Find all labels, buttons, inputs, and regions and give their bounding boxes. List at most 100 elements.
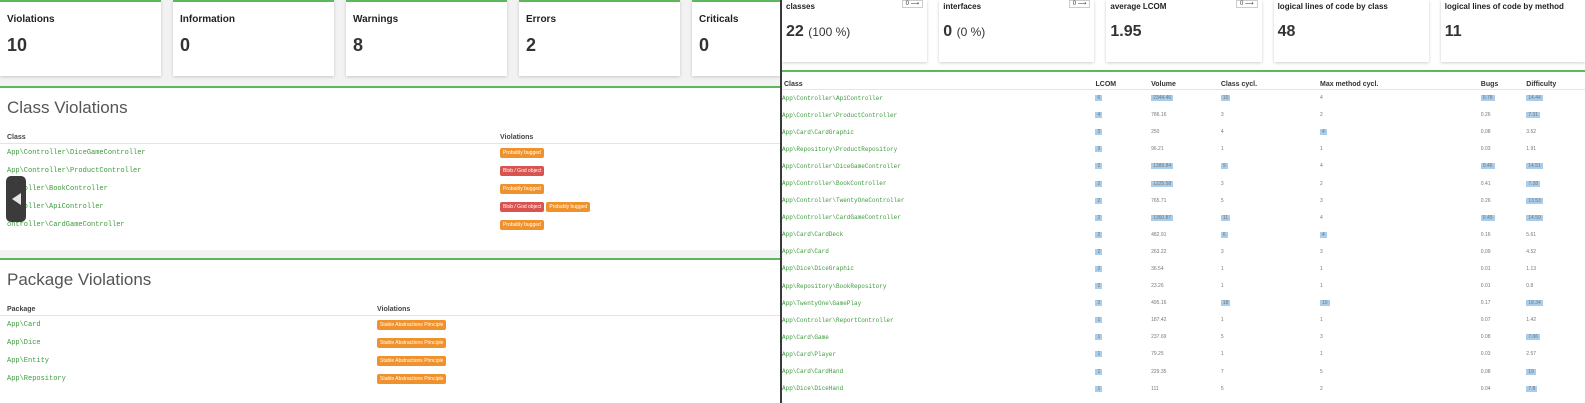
metric-value: 6 [1095, 95, 1103, 102]
violation-badges: Stable Abstractions Principle [370, 370, 780, 388]
violation-name[interactable]: ontroller\CardGameController [0, 216, 493, 234]
card-title: Warnings [353, 14, 399, 25]
back-button[interactable] [6, 176, 26, 222]
class-link[interactable]: App\Card\CardGraphic [782, 124, 1093, 141]
metric-value: 1389.84 [1151, 163, 1174, 170]
metric-cell: 0.78 [1479, 90, 1525, 107]
metric-cell: 482.91 [1151, 231, 1167, 238]
metric-toggle-button[interactable]: 0 ⟶ [1235, 0, 1258, 8]
col-class: Class [0, 132, 493, 144]
metric-cell: 1 [1319, 265, 1323, 272]
col-volume[interactable]: Volume [1149, 72, 1219, 90]
class-link[interactable]: App\Dice\DiceGraphic [782, 260, 1093, 277]
metric-value: 0 (0 %) [943, 23, 986, 40]
metric-cell: 0.08 [1480, 368, 1491, 375]
class-link[interactable]: App\Controller\DiceGameController [782, 158, 1093, 175]
class-link[interactable]: App\Controller\CardGameController [782, 209, 1093, 226]
violation-name[interactable]: App\Dice [0, 334, 370, 352]
metric-cell: 3 [1319, 197, 1323, 204]
metric-value: 1 [1095, 351, 1103, 358]
class-violations-title: Class Violations [7, 98, 128, 117]
class-link[interactable]: App\Controller\ReportController [782, 312, 1093, 329]
metric-cell: 3.52 [1526, 129, 1537, 136]
table-row: App\Controller\DiceGameController Probabl… [0, 144, 780, 162]
class-link[interactable]: App\Controller\BookController [782, 175, 1093, 192]
metric-value: 3 [1095, 146, 1103, 153]
table-row: App\Entity Stable Abstractions Principle [0, 352, 780, 370]
left-pane: Violations 10 Information 0 Warnings 8 Errors 2… [0, 0, 780, 403]
metric-cell: 7 [1220, 368, 1224, 375]
metric-cell: 4 [1318, 226, 1479, 243]
metric-cell: 0.41 [1480, 180, 1491, 187]
col-class-cycl-[interactable]: Class cycl. [1218, 72, 1318, 90]
violation-name[interactable]: ontroller\ApiController [0, 198, 493, 216]
metric-percent: (100 %) [808, 25, 851, 39]
class-link[interactable]: App\Card\Game [782, 329, 1093, 346]
metric-cell: 3 [1220, 248, 1224, 255]
table-row: App\Card\CardGraphic 3 250 4 4 0.08 3.52 [782, 124, 1585, 141]
violation-badge: Stable Abstractions Principle [377, 373, 447, 384]
col-bugs[interactable]: Bugs [1478, 72, 1525, 90]
metric-cell: 2 [1093, 260, 1149, 277]
col-difficulty[interactable]: Difficulty [1524, 72, 1585, 90]
metric-cell: 14.59 [1524, 209, 1585, 226]
metric-cell: 2 [1093, 158, 1149, 175]
metric-value: 14.51 [1526, 163, 1543, 170]
violation-name[interactable]: ontroller\BookController [0, 180, 493, 198]
metric-toggle-button[interactable]: 0 ⟶ [1068, 0, 1091, 8]
metric-card: classes 22 (100 %) 0 ⟶ [782, 0, 928, 62]
metric-cell: 4 [1319, 214, 1323, 221]
class-link[interactable]: App\Dice\DiceHand [782, 380, 1093, 397]
metric-value: 11 [1220, 214, 1231, 221]
class-link[interactable]: App\Card\Player [782, 346, 1093, 363]
metric-value: 18 [1220, 300, 1231, 307]
metric-value: 2 [1095, 231, 1103, 238]
metric-cell: 5 [1220, 385, 1224, 392]
metric-cell: 1 [1220, 283, 1224, 290]
metric-value: 11 [1444, 23, 1462, 40]
metric-toggle-button[interactable]: 0 ⟶ [901, 0, 924, 8]
col-violations: Violations [493, 132, 780, 144]
violation-badges: Probably bugged [493, 180, 780, 198]
violation-name[interactable]: App\Repository [0, 370, 370, 388]
metric-cell: 1 [1093, 329, 1149, 346]
table-row: App\Repository Stable Abstractions Princi… [0, 370, 780, 388]
metric-cell: 3 [1319, 248, 1323, 255]
class-link[interactable]: App\Card\CardHand [782, 363, 1093, 380]
metric-cell: 0.01 [1480, 265, 1491, 272]
card-value: 8 [353, 35, 364, 55]
metric-value: 19 [1526, 368, 1536, 375]
violation-name[interactable]: App\Controller\ProductController [0, 162, 493, 180]
violation-badge: Stable Abstractions Principle [377, 355, 447, 366]
class-link[interactable]: App\Controller\ApiController [782, 90, 1093, 107]
violation-badge: Probably bugged [546, 201, 591, 212]
class-link[interactable]: App\Card\Card [782, 243, 1093, 260]
col-max-method-cycl-[interactable]: Max method cycl. [1317, 72, 1479, 90]
class-link[interactable]: App\Controller\ProductController [782, 107, 1093, 124]
col-class[interactable]: Class [782, 72, 1094, 90]
package-violations-panel: Package Violations Package Violations Ap… [0, 258, 780, 403]
class-link[interactable]: App\TwentyOne\GamePlay [782, 295, 1093, 312]
metric-cell: 3 [1220, 180, 1224, 187]
class-link[interactable]: App\Repository\ProductRepository [782, 141, 1093, 158]
violation-name[interactable]: App\Controller\DiceGameController [0, 144, 493, 162]
metric-cell: 1 [1093, 312, 1149, 329]
violation-name[interactable]: App\Card [0, 316, 370, 334]
violation-name[interactable]: App\Entity [0, 352, 370, 370]
right-pane: classes 22 (100 %) 0 ⟶ interfaces 0 (0 %) 0 ⟶… [782, 0, 1585, 403]
metric-cell: 1.42 [1526, 317, 1537, 324]
table-row: App\Dice\DiceHand 1 111 5 2 0.04 7.8 [782, 380, 1585, 397]
class-link[interactable]: App\Controller\TwentyOneController [782, 192, 1093, 209]
metric-value: 22 (100 %) [786, 23, 851, 40]
class-link[interactable]: App\Card\CardDeck [782, 226, 1093, 243]
metric-value: 4 [1319, 231, 1327, 238]
card-title: Errors [526, 14, 557, 25]
col-lcom[interactable]: LCOM [1093, 72, 1150, 90]
class-metrics-table-container: Class LCOM Volume Class cycl. Max method cyc… [782, 70, 1585, 397]
metric-cell: 7.8 [1524, 380, 1585, 397]
violation-badge: Probably bugged [500, 147, 544, 158]
metric-cell: 2344.46 [1149, 90, 1219, 107]
metric-cell: 0.09 [1480, 248, 1491, 255]
metric-value: 7.28 [1526, 180, 1541, 187]
class-link[interactable]: App\Repository\BookRepository [782, 278, 1093, 295]
